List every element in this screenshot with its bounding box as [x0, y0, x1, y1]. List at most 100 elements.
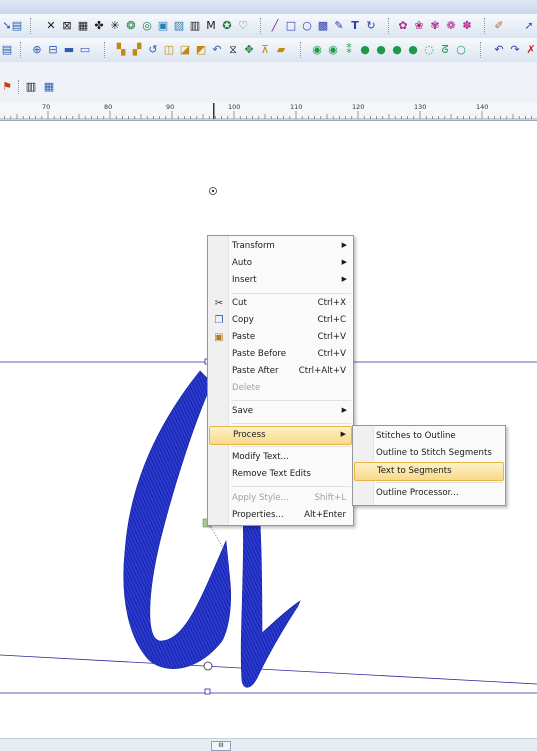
- menu-item-shortcut: Ctrl+Alt+V: [298, 366, 346, 376]
- menu-item-shortcut: Ctrl+V: [317, 332, 346, 342]
- fill-pattern-icon[interactable]: ▦: [76, 19, 90, 33]
- close-icon[interactable]: ✗: [524, 43, 537, 57]
- distribute-icon[interactable]: ⧖: [226, 43, 240, 57]
- pattern-3-icon[interactable]: ✾: [428, 19, 442, 33]
- pattern-5-icon[interactable]: ✽: [460, 19, 474, 33]
- pattern-4-icon[interactable]: ❁: [444, 19, 458, 33]
- redo-icon[interactable]: ↷: [508, 43, 522, 57]
- group-icon[interactable]: ▚: [114, 43, 128, 57]
- menu-item-label: Modify Text...: [232, 452, 289, 462]
- menu-item-delete: Delete: [209, 380, 352, 397]
- color-6-icon[interactable]: ●: [390, 43, 404, 57]
- submenu-item-text-to-segments[interactable]: Text to Segments: [354, 462, 504, 481]
- origin-marker-dot: [211, 189, 215, 193]
- toolbar-separator: [388, 18, 391, 34]
- arrow-tool-icon[interactable]: ➚: [522, 19, 536, 33]
- folder-icon[interactable]: ▰: [274, 43, 288, 57]
- spray-icon[interactable]: ✤: [92, 19, 106, 33]
- scissors-icon: ✂: [214, 298, 224, 309]
- submenu-item-stitches-to-outline[interactable]: Stitches to Outline: [354, 428, 504, 445]
- align-icon[interactable]: ◩: [194, 43, 208, 57]
- spiral-icon[interactable]: ◎: [140, 19, 154, 33]
- menu-item-paste-before[interactable]: Paste Before Ctrl+V: [209, 346, 352, 363]
- monogram-icon[interactable]: M: [204, 19, 218, 33]
- monitor-icon[interactable]: ▭: [78, 43, 92, 57]
- color-10-icon[interactable]: ○: [454, 43, 468, 57]
- color-9-icon[interactable]: ᘔ: [438, 43, 452, 57]
- ruler-label: 120: [352, 103, 365, 111]
- hash-icon[interactable]: ▥: [188, 19, 202, 33]
- menu-item-label: Properties...: [232, 510, 284, 520]
- rotate-left-icon[interactable]: ↺: [146, 43, 160, 57]
- menu-item-remove-text-edits[interactable]: Remove Text Edits: [209, 466, 352, 483]
- page-icon[interactable]: ▤: [0, 43, 14, 57]
- menu-item-insert[interactable]: Insert ▶: [209, 272, 352, 289]
- menu-item-copy[interactable]: ❐ Copy Ctrl+C: [209, 312, 352, 329]
- menu-item-paste[interactable]: ▣ Paste Ctrl+V: [209, 329, 352, 346]
- hoop-icon[interactable]: ⊟: [46, 43, 60, 57]
- rotate-icon[interactable]: ↻: [364, 19, 378, 33]
- submenu-arrow-icon: ▶: [340, 430, 346, 438]
- ellipse-icon[interactable]: ○: [300, 19, 314, 33]
- color-7-icon[interactable]: ●: [406, 43, 420, 57]
- submenu-arrow-icon: ▶: [341, 275, 347, 283]
- horizontal-scrollbar[interactable]: III: [0, 738, 537, 751]
- star-stitch-icon[interactable]: ✳: [108, 19, 122, 33]
- menu-item-modify-text[interactable]: Modify Text...: [209, 449, 352, 466]
- cross-stitch-icon[interactable]: ⊠: [60, 19, 74, 33]
- toolbar-separator: [484, 18, 487, 34]
- menu-item-label: Delete: [232, 383, 261, 393]
- badge-icon[interactable]: ✪: [220, 19, 234, 33]
- color-8-icon[interactable]: ◌: [422, 43, 436, 57]
- menu-item-label: Transform: [232, 241, 275, 251]
- flip-icon[interactable]: ⊼: [258, 43, 272, 57]
- menu-item-label: Process: [233, 430, 266, 440]
- layer-icon[interactable]: ◫: [162, 43, 176, 57]
- shield-icon[interactable]: ♡: [236, 19, 250, 33]
- color-3-icon[interactable]: ⁑: [342, 43, 356, 57]
- menu-item-process[interactable]: Process ▶: [209, 426, 352, 445]
- color-2-icon[interactable]: ◉: [326, 43, 340, 57]
- submenu-item-outline-processor[interactable]: Outline Processor...: [354, 485, 504, 502]
- print-icon[interactable]: ▬: [62, 43, 76, 57]
- shape-fill-icon[interactable]: ▩: [316, 19, 330, 33]
- menu-item-label: Outline to Stitch Segments: [376, 448, 492, 458]
- menu-item-auto[interactable]: Auto ▶: [209, 255, 352, 272]
- submenu-arrow-icon: ▶: [341, 258, 347, 266]
- ruler-position-marker: [213, 103, 215, 119]
- edit-shape-icon[interactable]: ✎: [332, 19, 346, 33]
- layers-icon[interactable]: ◪: [178, 43, 192, 57]
- color-5-icon[interactable]: ●: [374, 43, 388, 57]
- node-tool-icon[interactable]: ⚑: [0, 80, 14, 94]
- menu-item-paste-after[interactable]: Paste After Ctrl+Alt+V: [209, 363, 352, 380]
- menu-item-label: Cut: [232, 298, 247, 308]
- undo-icon[interactable]: ↶: [492, 43, 506, 57]
- context-menu: Transform ▶ Auto ▶ Insert ▶ ✂ Cut Ctrl+X…: [207, 235, 354, 526]
- undo-shape-icon[interactable]: ↶: [210, 43, 224, 57]
- menu-item-save[interactable]: Save ▶: [209, 403, 352, 420]
- text-tool-icon[interactable]: T: [348, 19, 362, 33]
- image-icon[interactable]: ▨: [172, 19, 186, 33]
- circle-pattern-icon[interactable]: ❂: [124, 19, 138, 33]
- machine-icon[interactable]: ⊕: [30, 43, 44, 57]
- pen-icon[interactable]: ╱: [268, 19, 282, 33]
- menu-item-shortcut: Ctrl+V: [317, 349, 346, 359]
- rectangle-icon[interactable]: □: [284, 19, 298, 33]
- color-1-icon[interactable]: ◉: [310, 43, 324, 57]
- pattern-2-icon[interactable]: ❀: [412, 19, 426, 33]
- frame-icon[interactable]: ▣: [156, 19, 170, 33]
- brush-icon[interactable]: ✐: [492, 19, 506, 33]
- menu-item-transform[interactable]: Transform ▶: [209, 238, 352, 255]
- ungroup-icon[interactable]: ▞: [130, 43, 144, 57]
- color-4-icon[interactable]: ●: [358, 43, 372, 57]
- toolbar-separator: [480, 42, 483, 58]
- monogram-grid-icon[interactable]: ▦: [42, 80, 56, 94]
- submenu-item-outline-to-stitch-segments[interactable]: Outline to Stitch Segments: [354, 445, 504, 462]
- grid-icon[interactable]: ▥: [24, 80, 38, 94]
- document-icon[interactable]: ▤: [10, 19, 24, 33]
- menu-item-properties[interactable]: Properties... Alt+Enter: [209, 507, 352, 524]
- pattern-1-icon[interactable]: ✿: [396, 19, 410, 33]
- center-icon[interactable]: ✥: [242, 43, 256, 57]
- stitch-x-icon[interactable]: ✕: [44, 19, 58, 33]
- menu-item-cut[interactable]: ✂ Cut Ctrl+X: [209, 295, 352, 312]
